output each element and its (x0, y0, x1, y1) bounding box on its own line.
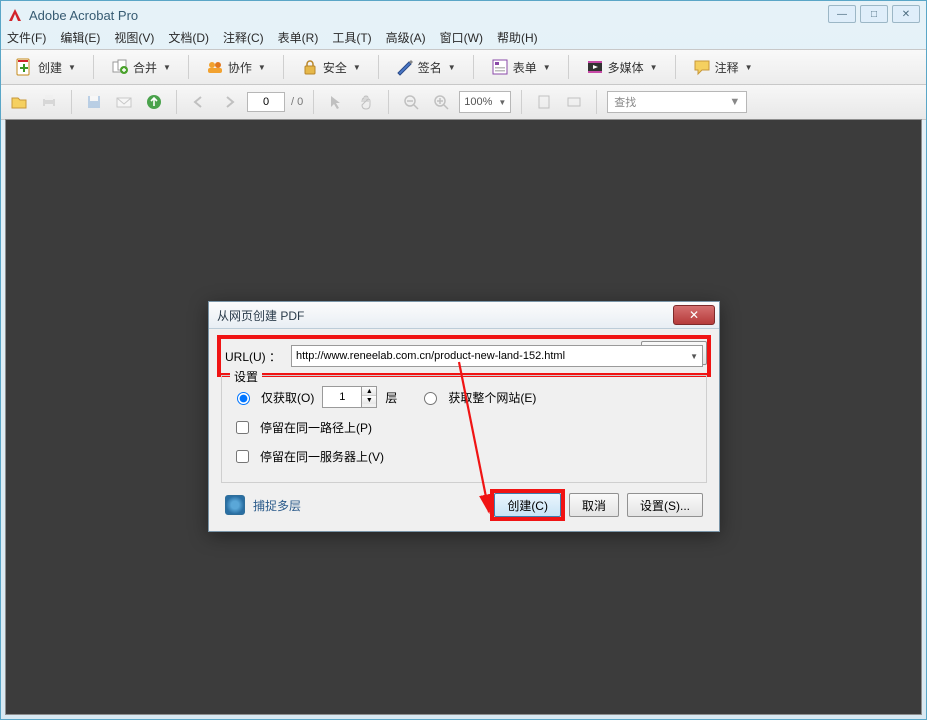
menubar: 文件(F) 编辑(E) 视图(V) 文档(D) 注释(C) 表单(R) 工具(T… (1, 29, 926, 49)
collaborate-icon (206, 58, 224, 76)
page-total: / 0 (291, 96, 303, 108)
only-get-radio[interactable] (237, 392, 250, 405)
next-page-icon[interactable] (217, 90, 241, 114)
forms-icon (491, 58, 509, 76)
settings-legend: 设置 (230, 368, 262, 385)
fit-page-icon[interactable] (532, 90, 556, 114)
zoom-in-icon[interactable] (429, 90, 453, 114)
cancel-button[interactable]: 取消 (569, 493, 619, 517)
stay-server-label: 停留在同一服务器上(V) (260, 448, 384, 465)
collaborate-button[interactable]: 协作▼ (199, 55, 273, 79)
capture-multi-levels[interactable]: 捕捉多层 (225, 495, 486, 515)
upload-icon[interactable] (142, 90, 166, 114)
fit-width-icon[interactable] (562, 90, 586, 114)
stay-server-checkbox[interactable] (236, 450, 249, 463)
menu-edit[interactable]: 编辑(E) (60, 29, 100, 49)
stay-path-checkbox[interactable] (236, 421, 249, 434)
open-icon[interactable] (7, 90, 31, 114)
menu-help[interactable]: 帮助(H) (497, 29, 538, 49)
menu-advanced[interactable]: 高级(A) (386, 29, 426, 49)
levels-input[interactable] (322, 386, 362, 408)
spin-up-icon[interactable]: ▲ (362, 387, 376, 396)
menu-view[interactable]: 视图(V) (114, 29, 154, 49)
comment-button[interactable]: 注释▼ (686, 55, 760, 79)
select-tool-icon[interactable] (324, 90, 348, 114)
url-row: URL(U) ： http://www.reneelab.com.cn/prod… (221, 339, 707, 373)
create-from-web-dialog: 从网页创建 PDF ✕ URL(U) ： http://www.reneelab… (208, 301, 720, 532)
levels-spinner[interactable]: ▲▼ (322, 386, 377, 408)
dialog-title: 从网页创建 PDF (217, 307, 304, 324)
prev-page-icon[interactable] (187, 90, 211, 114)
create-button[interactable]: 创建▼ (7, 54, 83, 80)
close-button[interactable]: ✕ (892, 5, 920, 23)
merge-icon (111, 58, 129, 76)
menu-tools[interactable]: 工具(T) (332, 29, 371, 49)
hand-tool-icon[interactable] (354, 90, 378, 114)
dialog-titlebar: 从网页创建 PDF ✕ (209, 302, 719, 329)
merge-button[interactable]: 合并▼ (104, 55, 178, 79)
media-icon (586, 58, 604, 76)
secure-button[interactable]: 安全▼ (294, 55, 368, 79)
only-get-label: 仅获取(O) (261, 389, 314, 406)
sign-icon (396, 58, 414, 76)
levels-label: 层 (385, 389, 397, 406)
sign-button[interactable]: 签名▼ (389, 55, 463, 79)
primary-toolbar: 创建▼ 合并▼ 协作▼ 安全▼ 签名▼ 表单▼ 多媒体▼ (1, 49, 926, 85)
url-label: URL(U) ： (225, 348, 283, 365)
menu-window[interactable]: 窗口(W) (440, 29, 483, 49)
maximize-button[interactable]: □ (860, 5, 888, 23)
media-button[interactable]: 多媒体▼ (579, 55, 665, 79)
app-window: Adobe Acrobat Pro — □ ✕ 文件(F) 编辑(E) 视图(V… (0, 0, 927, 720)
settings-button[interactable]: 设置(S)... (627, 493, 703, 517)
page-number-input[interactable]: 0 (247, 92, 285, 112)
create-pdf-icon (14, 57, 34, 77)
dialog-close-button[interactable]: ✕ (673, 305, 715, 325)
get-all-radio[interactable] (424, 392, 437, 405)
secondary-toolbar: 0 / 0 100%▼ 查找▼ (1, 85, 926, 120)
lock-icon (301, 58, 319, 76)
email-icon[interactable] (112, 90, 136, 114)
dropdown-caret-icon[interactable]: ▼ (690, 352, 698, 361)
acrobat-logo-icon (7, 7, 23, 23)
forms-button[interactable]: 表单▼ (484, 55, 558, 79)
settings-fieldset: 设置 仅获取(O) ▲▼ 层 获取整个网站(E) 停留在同一路径上(P) (221, 375, 707, 483)
spin-down-icon[interactable]: ▼ (362, 396, 376, 404)
zoom-dropdown[interactable]: 100%▼ (459, 91, 511, 113)
menu-comment[interactable]: 注释(C) (223, 29, 264, 49)
menu-forms[interactable]: 表单(R) (278, 29, 319, 49)
save-icon[interactable] (82, 90, 106, 114)
titlebar: Adobe Acrobat Pro — □ ✕ (1, 1, 926, 29)
menu-file[interactable]: 文件(F) (7, 29, 46, 49)
search-input[interactable]: 查找▼ (607, 91, 747, 113)
stay-path-label: 停留在同一路径上(P) (260, 419, 372, 436)
menu-document[interactable]: 文档(D) (168, 29, 209, 49)
capture-icon (225, 495, 245, 515)
comment-icon (693, 58, 711, 76)
url-input[interactable]: http://www.reneelab.com.cn/product-new-l… (291, 345, 703, 367)
zoom-out-icon[interactable] (399, 90, 423, 114)
get-all-label: 获取整个网站(E) (448, 389, 536, 406)
window-title: Adobe Acrobat Pro (29, 8, 138, 23)
print-icon[interactable] (37, 90, 61, 114)
minimize-button[interactable]: — (828, 5, 856, 23)
create-button-dialog[interactable]: 创建(C) (494, 493, 561, 517)
